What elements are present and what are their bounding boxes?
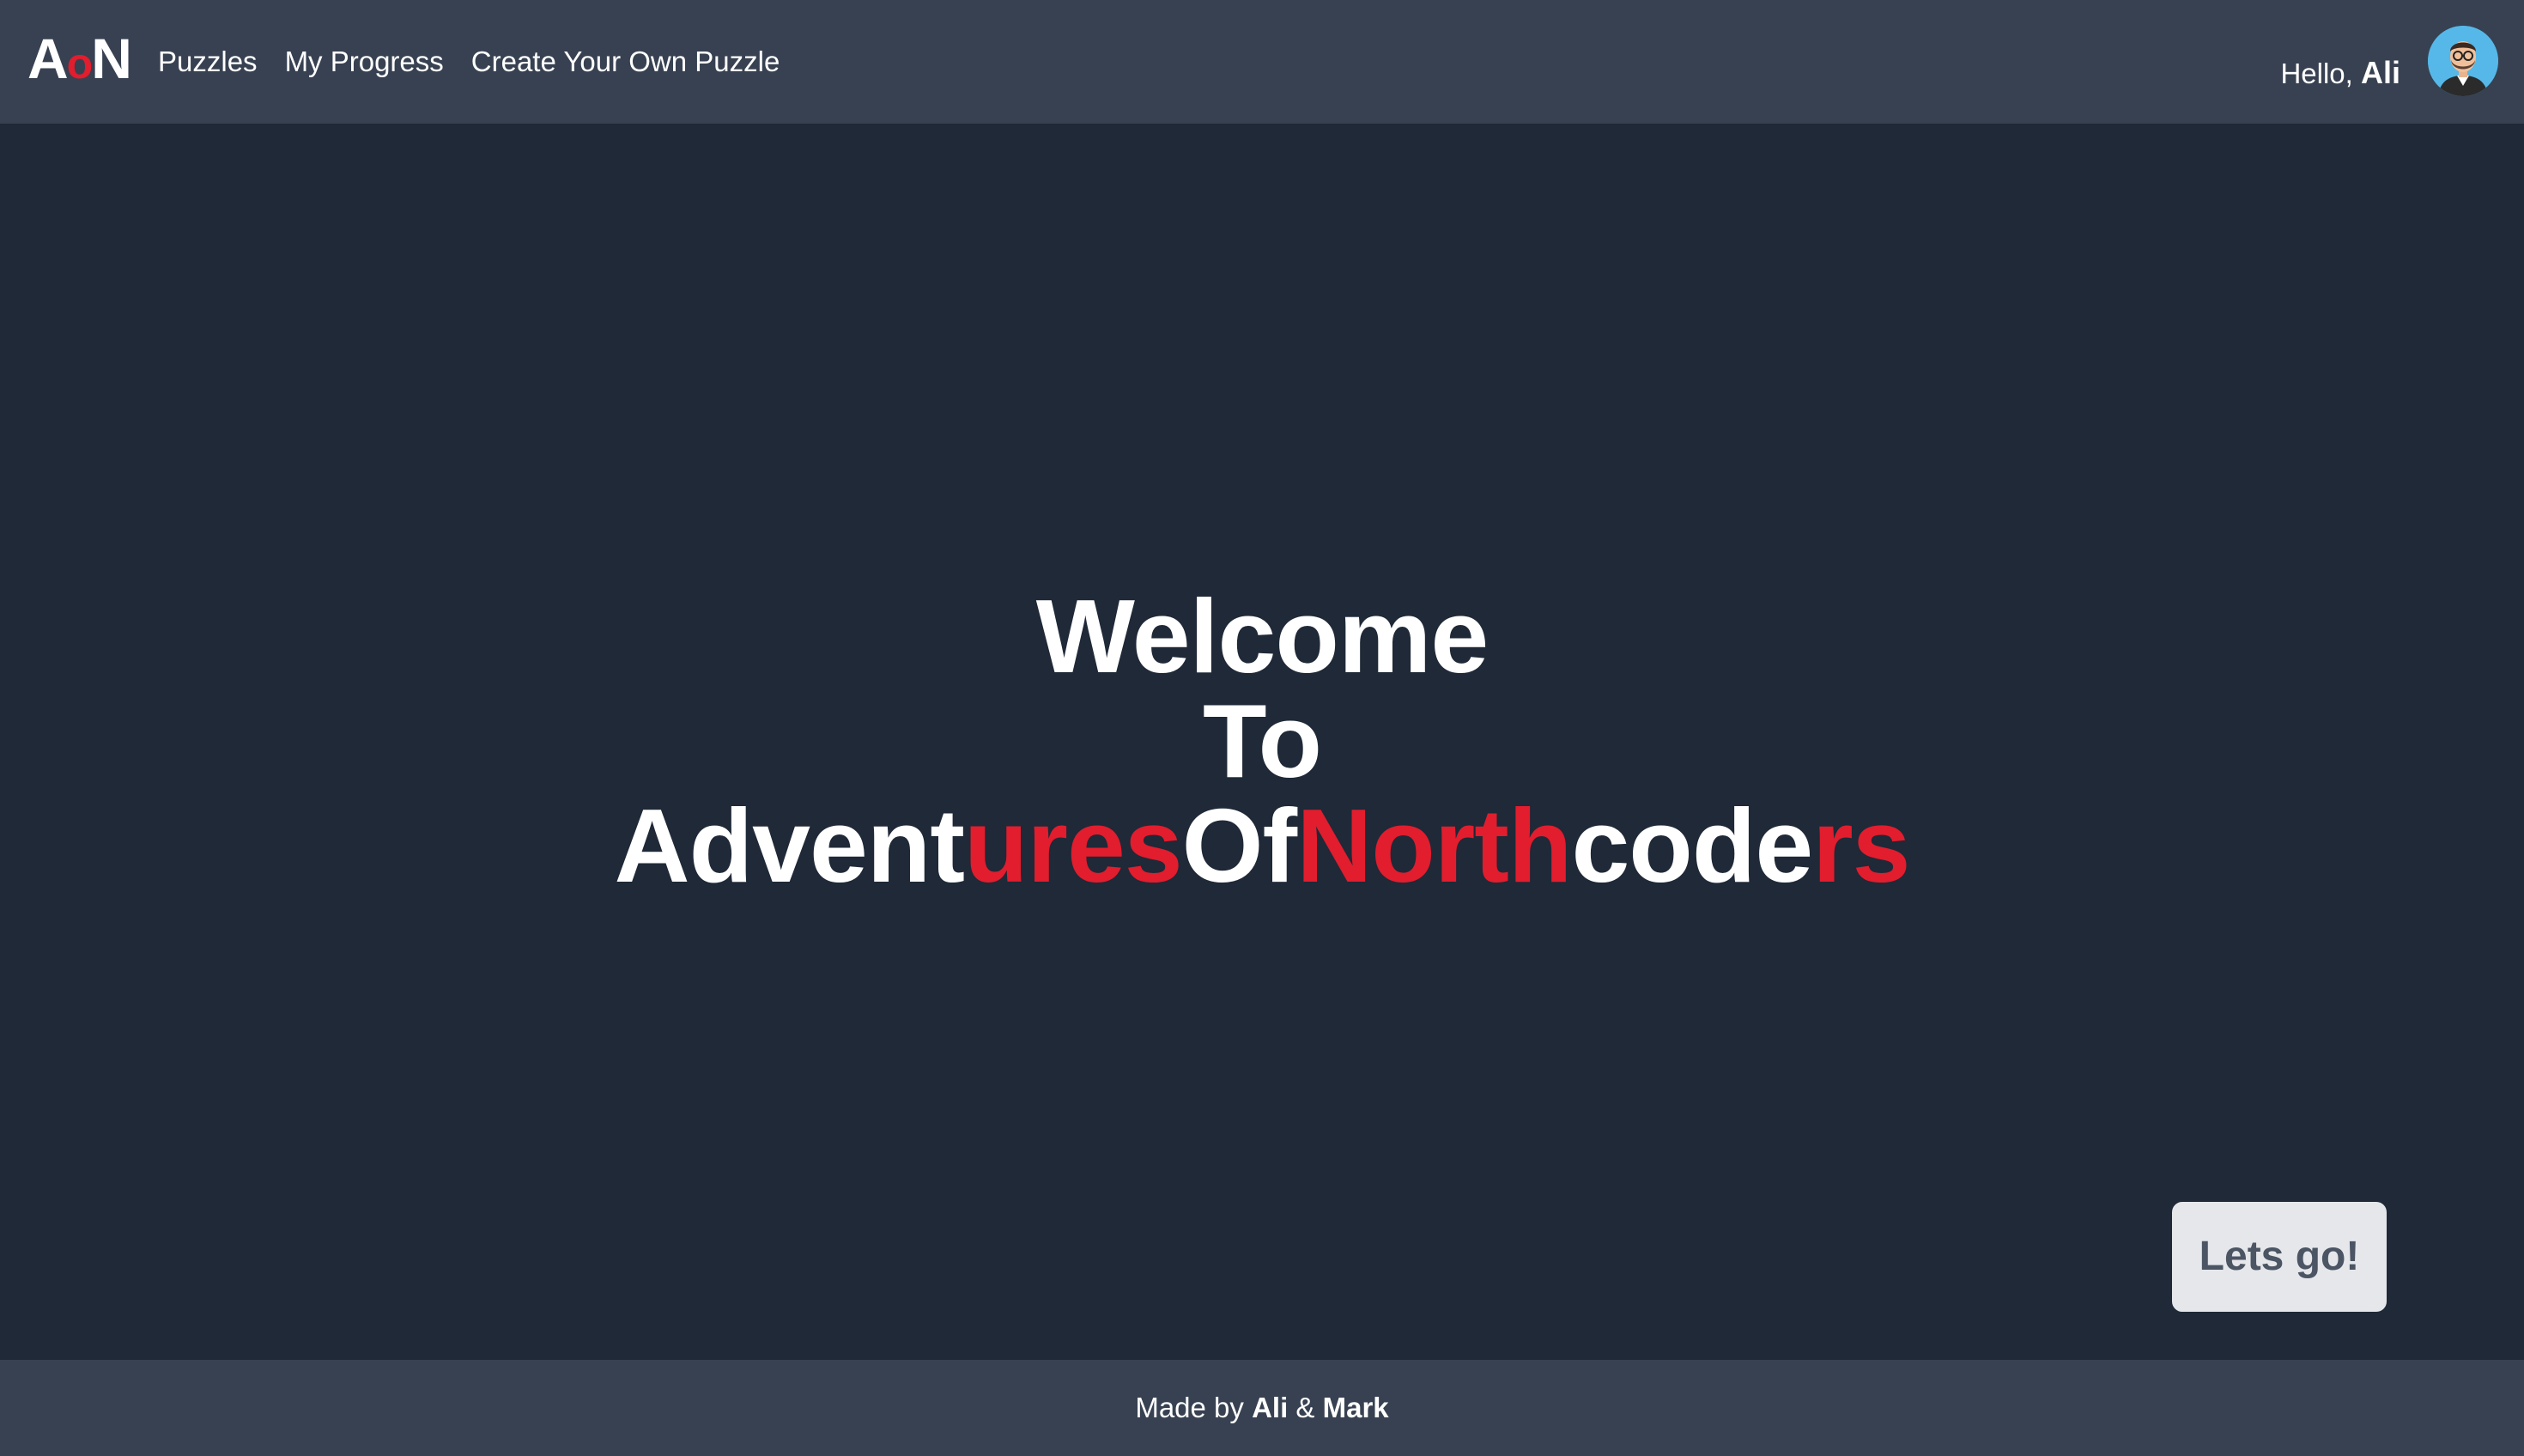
main-nav: Puzzles My Progress Create Your Own Puzz… bbox=[158, 41, 780, 82]
nav-link-my-progress[interactable]: My Progress bbox=[285, 41, 444, 82]
title-part-of: Of bbox=[1181, 787, 1298, 904]
title-part-north: North bbox=[1296, 787, 1572, 904]
lets-go-button[interactable]: Lets go! bbox=[2172, 1202, 2387, 1312]
app-logo[interactable]: AoN bbox=[27, 30, 132, 88]
greeting-prefix: Hello, bbox=[2280, 58, 2361, 89]
welcome-line-1: Welcome bbox=[1035, 578, 1489, 695]
top-navbar: AoN Puzzles My Progress Create Your Own … bbox=[0, 0, 2524, 124]
greeting-username: Ali bbox=[2360, 55, 2400, 90]
nav-link-create-puzzle[interactable]: Create Your Own Puzzle bbox=[471, 41, 780, 82]
footer-separator: & bbox=[1288, 1392, 1323, 1423]
title-part-advent: Advent bbox=[614, 787, 964, 904]
logo-letter-n: N bbox=[91, 27, 132, 90]
welcome-heading: Welcome To AdventuresOfNorthcoders bbox=[0, 584, 2524, 898]
title-part-rs: rs bbox=[1812, 787, 1910, 904]
welcome-line-3: AdventuresOfNorthcoders bbox=[0, 793, 2524, 898]
nav-link-puzzles[interactable]: Puzzles bbox=[158, 41, 258, 82]
logo-letter-o: o bbox=[66, 39, 94, 88]
footer-author-2: Mark bbox=[1322, 1392, 1389, 1423]
user-greeting: Hello, Ali bbox=[2280, 53, 2400, 94]
footer-author-1: Ali bbox=[1252, 1392, 1289, 1423]
footer-prefix: Made by bbox=[1135, 1392, 1253, 1423]
page-footer: Made by Ali & Mark bbox=[0, 1360, 2524, 1456]
title-part-ures: ures bbox=[963, 787, 1183, 904]
title-part-code: code bbox=[1571, 787, 1813, 904]
welcome-line-2: To bbox=[1203, 682, 1322, 799]
logo-letter-a: A bbox=[27, 27, 69, 90]
user-avatar-icon[interactable] bbox=[2428, 26, 2498, 96]
avatar-illustration bbox=[2428, 26, 2498, 96]
